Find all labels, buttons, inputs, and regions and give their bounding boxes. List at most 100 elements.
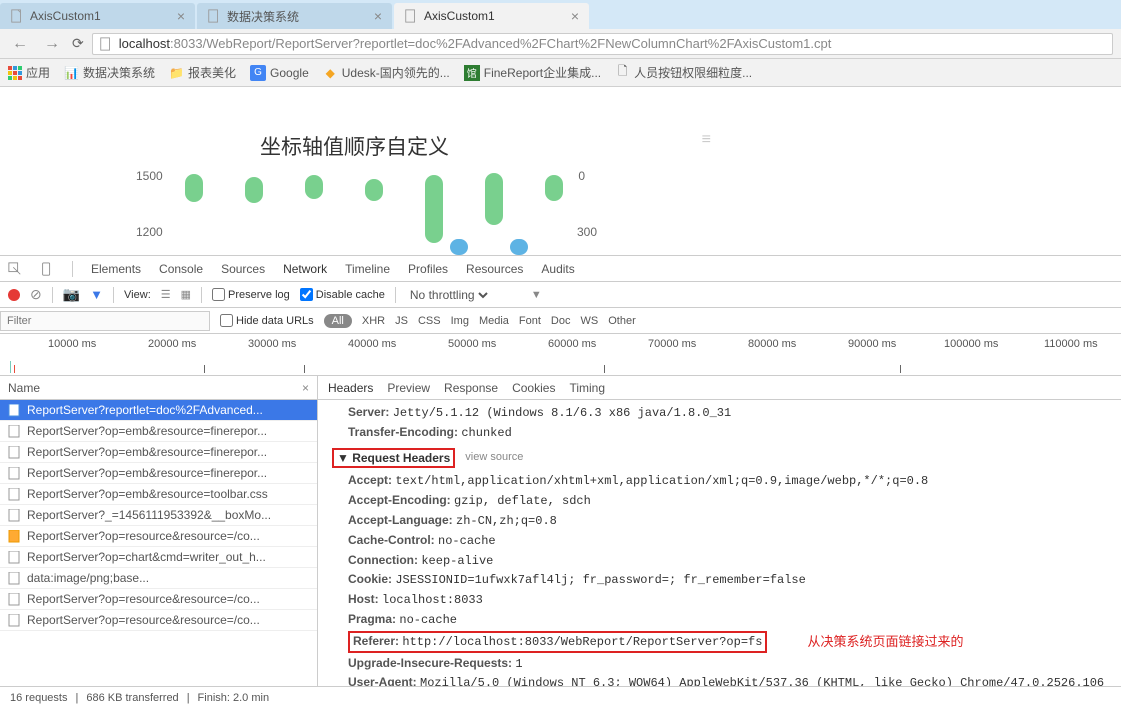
filter-css[interactable]: CSS bbox=[418, 315, 441, 327]
device-icon[interactable] bbox=[40, 262, 54, 276]
tab-axiscustom1-0[interactable]: AxisCustom1 × bbox=[0, 3, 195, 29]
filter-doc[interactable]: Doc bbox=[551, 315, 571, 327]
filter-input[interactable] bbox=[0, 311, 210, 331]
bookmark-data-system[interactable]: 📊数据决策系统 bbox=[64, 64, 155, 81]
forward-button[interactable]: → bbox=[40, 35, 64, 53]
doc-icon bbox=[8, 551, 21, 564]
tab-elements[interactable]: Elements bbox=[91, 262, 141, 276]
filter-row: Hide data URLs All XHR JS CSS Img Media … bbox=[0, 308, 1121, 334]
request-row[interactable]: ReportServer?op=emb&resource=finerepor..… bbox=[0, 442, 317, 463]
inspect-icon[interactable] bbox=[8, 262, 22, 276]
tab-preview[interactable]: Preview bbox=[387, 381, 430, 395]
filter-other[interactable]: Other bbox=[608, 315, 636, 327]
bookmark-finereport[interactable]: 馆FineReport企业集成... bbox=[464, 64, 601, 81]
panels: Name × ReportServer?reportlet=doc%2FAdva… bbox=[0, 376, 1121, 686]
tab-resources[interactable]: Resources bbox=[466, 262, 523, 276]
tab-network[interactable]: Network bbox=[283, 262, 327, 276]
request-row[interactable]: data:image/png;base... bbox=[0, 568, 317, 589]
tick-90000: 90000 ms bbox=[848, 338, 896, 350]
apps-icon bbox=[8, 66, 22, 80]
header-line: Pragma: no-cache bbox=[348, 611, 1107, 629]
tab-data-system[interactable]: 数据决策系统 × bbox=[197, 3, 392, 29]
throttling-select[interactable]: No throttling bbox=[406, 287, 491, 303]
header-line: Accept-Encoding: gzip, deflate, sdch bbox=[348, 492, 1107, 510]
request-row[interactable]: ReportServer?_=1456111953392&__boxMo... bbox=[0, 505, 317, 526]
timeline-mark bbox=[604, 365, 605, 373]
request-row[interactable]: ReportServer?op=chart&cmd=writer_out_h..… bbox=[0, 547, 317, 568]
address-row: ← → ⟳ localhost:8033/WebReport/ReportSer… bbox=[0, 29, 1121, 59]
request-row[interactable]: ReportServer?reportlet=doc%2FAdvanced... bbox=[0, 400, 317, 421]
close-icon[interactable]: × bbox=[177, 8, 185, 24]
request-row[interactable]: ReportServer?op=emb&resource=toolbar.css bbox=[0, 484, 317, 505]
request-row[interactable]: ReportServer?op=resource&resource=/co... bbox=[0, 526, 317, 547]
bar-green-1 bbox=[185, 174, 203, 202]
header-line-referer: Referer: http://localhost:8033/WebReport… bbox=[348, 631, 1107, 653]
header-line: Server: Jetty/5.1.12 (Windows 8.1/6.3 x8… bbox=[348, 404, 1107, 422]
filter-ws[interactable]: WS bbox=[580, 315, 598, 327]
page-icon bbox=[207, 9, 221, 23]
request-row[interactable]: ReportServer?op=resource&resource=/co... bbox=[0, 610, 317, 631]
tab-timeline[interactable]: Timeline bbox=[345, 262, 390, 276]
filter-icon[interactable]: ▼ bbox=[90, 287, 103, 302]
record-button[interactable] bbox=[8, 289, 20, 301]
reload-button[interactable]: ⟳ bbox=[72, 35, 84, 52]
filter-all[interactable]: All bbox=[324, 314, 352, 328]
url-path: /WebReport/ReportServer?reportlet=doc%2F… bbox=[203, 36, 832, 51]
filter-js[interactable]: JS bbox=[395, 315, 408, 327]
folder-icon: 📁 bbox=[169, 65, 184, 80]
timeline-mark bbox=[10, 361, 11, 373]
header-line: Connection: keep-alive bbox=[348, 552, 1107, 570]
close-icon[interactable]: × bbox=[302, 381, 309, 395]
tab-response[interactable]: Response bbox=[444, 381, 498, 395]
close-icon[interactable]: × bbox=[374, 8, 382, 24]
address-bar[interactable]: localhost:8033/WebReport/ReportServer?re… bbox=[92, 33, 1113, 55]
disable-cache-checkbox[interactable]: Disable cache bbox=[300, 288, 385, 301]
filter-img[interactable]: Img bbox=[451, 315, 469, 327]
tick-80000: 80000 ms bbox=[748, 338, 796, 350]
request-row[interactable]: ReportServer?op=emb&resource=finerepor..… bbox=[0, 421, 317, 442]
name-column: Name bbox=[8, 381, 40, 395]
bookmark-permissions[interactable]: 🗋人员按钮权限细粒度... bbox=[615, 64, 752, 81]
tab-cookies[interactable]: Cookies bbox=[512, 381, 555, 395]
tab-axiscustom1-active[interactable]: AxisCustom1 × bbox=[394, 3, 589, 29]
hide-data-urls-checkbox[interactable]: Hide data URLs bbox=[220, 314, 314, 327]
tab-timing[interactable]: Timing bbox=[569, 381, 605, 395]
capture-icon[interactable]: 📷 bbox=[63, 286, 80, 303]
tab-profiles[interactable]: Profiles bbox=[408, 262, 448, 276]
dropdown-icon[interactable]: ▼ bbox=[531, 289, 542, 301]
requests-panel: Name × ReportServer?reportlet=doc%2FAdva… bbox=[0, 376, 318, 686]
annotation-text: 从决策系统页面链接过来的 bbox=[807, 633, 963, 651]
view-source-link[interactable]: view source bbox=[465, 450, 523, 465]
bookmark-google[interactable]: GGoogle bbox=[250, 65, 309, 81]
clear-button[interactable]: ⊘ bbox=[30, 286, 42, 303]
back-button[interactable]: ← bbox=[8, 35, 32, 53]
filter-media[interactable]: Media bbox=[479, 315, 509, 327]
tab-console[interactable]: Console bbox=[159, 262, 203, 276]
page-icon bbox=[10, 9, 24, 23]
close-icon[interactable]: × bbox=[571, 8, 579, 24]
tab-headers[interactable]: Headers bbox=[328, 381, 373, 395]
request-row[interactable]: ReportServer?op=emb&resource=finerepor..… bbox=[0, 463, 317, 484]
tick-60000: 60000 ms bbox=[548, 338, 596, 350]
bookmark-udesk[interactable]: ◆Udesk-国内领先的... bbox=[323, 64, 450, 81]
filter-font[interactable]: Font bbox=[519, 315, 541, 327]
headers-tabs: Headers Preview Response Cookies Timing bbox=[318, 376, 1121, 400]
bookmark-report[interactable]: 📁报表美化 bbox=[169, 64, 236, 81]
browser-tabs: AxisCustom1 × 数据决策系统 × AxisCustom1 × bbox=[0, 0, 1121, 29]
css-icon bbox=[8, 446, 21, 459]
apps-button[interactable]: 应用 bbox=[8, 64, 50, 81]
filter-xhr[interactable]: XHR bbox=[362, 315, 385, 327]
request-headers-section[interactable]: ▼ Request Headers view source bbox=[332, 448, 1107, 469]
view-large-icon[interactable]: ☰ bbox=[161, 288, 171, 301]
timeline[interactable]: 10000 ms 20000 ms 30000 ms 40000 ms 5000… bbox=[0, 334, 1121, 376]
preserve-log-checkbox[interactable]: Preserve log bbox=[212, 288, 290, 301]
chart-menu-icon[interactable]: ≡ bbox=[702, 131, 711, 149]
header-line: User-Agent: Mozilla/5.0 (Windows NT 6.3;… bbox=[348, 674, 1107, 686]
tab-audits[interactable]: Audits bbox=[541, 262, 574, 276]
tick-100000: 100000 ms bbox=[944, 338, 998, 350]
view-small-icon[interactable]: ▦ bbox=[181, 288, 191, 301]
request-row[interactable]: ReportServer?op=resource&resource=/co... bbox=[0, 589, 317, 610]
tab-sources[interactable]: Sources bbox=[221, 262, 265, 276]
headers-body: Server: Jetty/5.1.12 (Windows 8.1/6.3 x8… bbox=[318, 400, 1121, 686]
header-line: Accept: text/html,application/xhtml+xml,… bbox=[348, 472, 1107, 490]
